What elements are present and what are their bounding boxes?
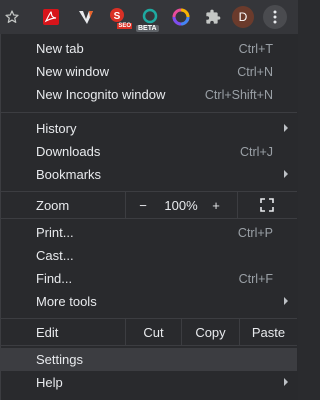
menu-item-new-tab[interactable]: New tab Ctrl+T — [1, 37, 297, 60]
menu-item-label: New window — [36, 64, 109, 79]
profile-avatar[interactable]: D — [232, 6, 254, 28]
menu-item-label: New Incognito window — [36, 87, 166, 102]
menu-separator — [1, 345, 297, 346]
menu-item-bookmarks[interactable]: Bookmarks — [1, 163, 297, 186]
menu-item-label: Settings — [36, 352, 83, 367]
menu-row-edit: Edit Cut Copy Paste — [1, 319, 297, 345]
menu-item-label: Find... — [36, 271, 73, 286]
beta-extension-icon[interactable]: BETA — [136, 7, 162, 32]
cut-button[interactable]: Cut — [125, 319, 181, 345]
svg-text:S: S — [114, 11, 121, 22]
paste-label: Paste — [251, 324, 286, 340]
submenu-arrow-icon — [284, 297, 288, 305]
menu-item-shortcut: Ctrl+P — [237, 225, 273, 240]
zoom-out-button[interactable]: − — [137, 198, 149, 213]
acrobat-icon[interactable] — [41, 7, 61, 27]
seo-extension-icon[interactable]: S SEO — [107, 7, 132, 29]
menu-item-label: Bookmarks — [36, 167, 102, 182]
browser-toolbar: S SEO BETA D — [0, 0, 298, 34]
star-icon[interactable] — [2, 7, 22, 27]
seo-badge: SEO — [117, 23, 132, 29]
menu-separator — [1, 112, 297, 113]
zoom-level: 100% — [164, 197, 198, 213]
menu-item-new-incognito-window[interactable]: New Incognito window Ctrl+Shift+N — [1, 83, 297, 106]
menu-item-settings[interactable]: Settings — [1, 348, 297, 371]
menu-item-find[interactable]: Find... Ctrl+F — [1, 267, 297, 290]
menu-item-new-window[interactable]: New window Ctrl+N — [1, 60, 297, 83]
menu-separator — [1, 218, 297, 219]
submenu-arrow-icon — [284, 124, 288, 132]
menu-item-history[interactable]: History — [1, 117, 297, 140]
menu-row-zoom: Zoom − 100% + — [1, 192, 297, 218]
menu-item-label: More tools — [36, 294, 97, 309]
chrome-main-menu: New tab Ctrl+T New window Ctrl+N New Inc… — [0, 34, 298, 400]
zoom-label: Zoom — [36, 197, 70, 213]
menu-item-label: Help — [36, 375, 63, 390]
more-menu-icon[interactable] — [263, 5, 287, 29]
zoom-in-button[interactable]: + — [209, 198, 223, 213]
menu-item-print[interactable]: Print... Ctrl+P — [1, 221, 297, 244]
submenu-arrow-icon — [284, 170, 288, 178]
v-extension-icon[interactable] — [76, 7, 96, 27]
menu-item-shortcut: Ctrl+J — [240, 144, 273, 159]
menu-item-shortcut: Ctrl+N — [237, 64, 273, 79]
menu-item-shortcut: Ctrl+Shift+N — [204, 87, 273, 102]
menu-item-label: Cast... — [36, 248, 74, 263]
fullscreen-icon — [260, 198, 274, 212]
fullscreen-button[interactable] — [237, 192, 297, 218]
menu-item-cast[interactable]: Cast... — [1, 244, 297, 267]
beta-badge: BETA — [136, 25, 159, 32]
copy-button[interactable]: Copy — [181, 319, 239, 345]
edit-label: Edit — [36, 324, 59, 340]
avatar-letter: D — [238, 10, 248, 24]
cut-label: Cut — [143, 324, 164, 340]
menu-item-label: New tab — [36, 41, 84, 56]
submenu-arrow-icon — [284, 378, 288, 386]
menu-item-label: Print... — [36, 225, 74, 240]
copy-label: Copy — [195, 324, 226, 340]
menu-item-shortcut: Ctrl+F — [238, 271, 273, 286]
menu-item-help[interactable]: Help — [1, 371, 297, 394]
paste-button[interactable]: Paste — [239, 319, 297, 345]
menu-item-label: History — [36, 121, 77, 136]
menu-item-shortcut: Ctrl+T — [238, 41, 273, 56]
menu-item-more-tools[interactable]: More tools — [1, 290, 297, 313]
extensions-puzzle-icon[interactable] — [203, 7, 223, 27]
color-picker-icon[interactable] — [171, 7, 191, 27]
menu-item-downloads[interactable]: Downloads Ctrl+J — [1, 140, 297, 163]
menu-item-label: Downloads — [36, 144, 101, 159]
